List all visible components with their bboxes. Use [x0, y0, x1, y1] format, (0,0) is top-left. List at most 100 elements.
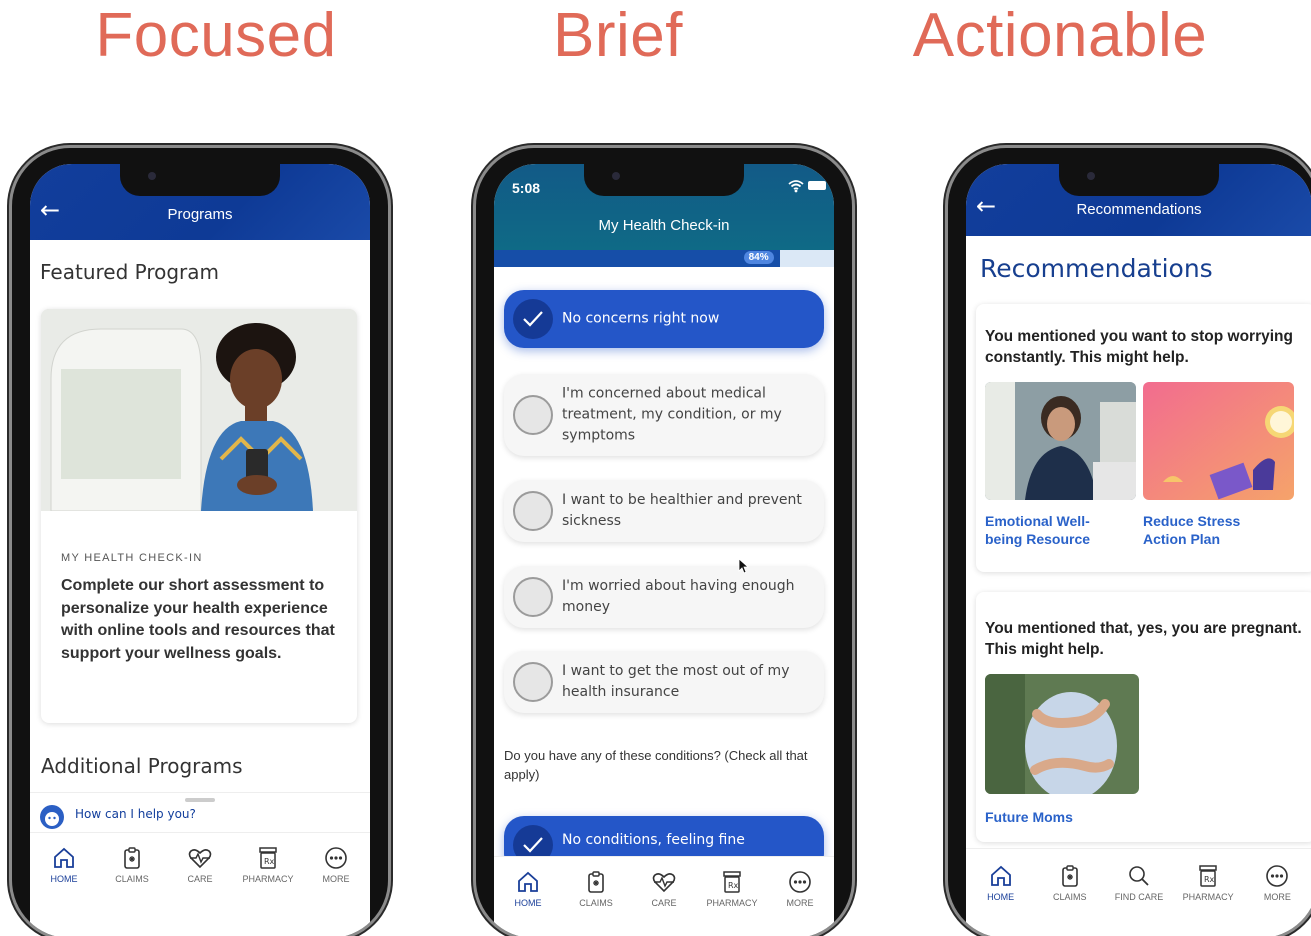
featured-program-card[interactable]: MY HEALTH CHECK-IN Complete our short as… [41, 309, 357, 723]
progress-bar: 84% [494, 250, 834, 267]
svg-text:Rx: Rx [1204, 875, 1215, 884]
app-bar-title: Programs [167, 206, 233, 223]
wellbeing-thumbnail[interactable] [985, 382, 1136, 500]
tab-bar: HOME CLAIMS FIND CARE Rx PHARMACY MORE [966, 848, 1311, 936]
tab-care[interactable]: CARE [634, 869, 694, 936]
status-time: 5:08 [512, 180, 541, 196]
radio-circle[interactable] [513, 395, 553, 435]
clipboard-icon [566, 869, 626, 895]
tab-label: MORE [786, 898, 814, 908]
reduce-stress-thumbnail[interactable] [1143, 382, 1294, 500]
home-icon [498, 869, 558, 895]
heading-brief: Brief [553, 1, 683, 70]
tab-label: HOME [987, 892, 1015, 902]
tab-find-care[interactable]: FIND CARE [1109, 863, 1169, 936]
notch [120, 164, 280, 196]
screen: ← Recommendations Recommendations You me… [966, 164, 1311, 936]
future-moms-link[interactable]: Future Moms [985, 808, 1073, 826]
tab-home[interactable]: HOME [971, 863, 1031, 936]
card-heading: You mentioned you want to stop worrying … [985, 328, 1293, 366]
tab-bar: HOME CLAIMS CARE Rx PHARMACY MORE [494, 856, 834, 936]
tab-label: MORE [322, 874, 350, 884]
option-label: No concerns right now [562, 310, 720, 327]
tab-care[interactable]: CARE [170, 845, 230, 936]
heartbeat-icon [634, 869, 694, 895]
emotional-wellbeing-link[interactable]: Emotional Well-being Resource [985, 512, 1125, 548]
mouse-cursor-icon [738, 558, 750, 578]
option-medical-concern[interactable]: I'm concerned about medical treatment, m… [504, 374, 824, 456]
tab-label: CARE [187, 874, 213, 884]
svg-text:Rx: Rx [264, 857, 275, 866]
more-icon [1247, 863, 1307, 889]
more-icon [770, 869, 830, 895]
pharmacy-icon: Rx [238, 845, 298, 871]
screen: ← Programs Featured Program MY HEALTH CH… [30, 164, 370, 936]
tab-more[interactable]: MORE [770, 869, 830, 936]
tab-claims[interactable]: CLAIMS [566, 869, 626, 936]
card-body: Complete our short assessment to persona… [61, 577, 335, 662]
option-no-concerns[interactable]: No concerns right now [504, 290, 824, 348]
wifi-icon [788, 178, 804, 197]
tab-more[interactable]: MORE [306, 845, 366, 936]
phone-health-checkin: 5:08 My Health Check-in 84% No concerns … [476, 148, 852, 936]
tab-label: CLAIMS [115, 874, 149, 884]
tab-label: CARE [651, 898, 677, 908]
card-heading: You mentioned that, yes, you are pregnan… [985, 620, 1302, 658]
heading-actionable: Actionable [912, 1, 1208, 70]
option-label: I want to get the most out of my health … [562, 663, 790, 700]
tab-bar: HOME CLAIMS CARE Rx PHARMACY MORE [30, 832, 370, 936]
tab-claims[interactable]: CLAIMS [1040, 863, 1100, 936]
progress-label: 84% [743, 251, 774, 264]
reduce-stress-link[interactable]: Reduce Stress Action Plan [1143, 512, 1283, 548]
conditions-question: Do you have any of these conditions? (Ch… [504, 748, 808, 782]
search-icon [1109, 863, 1169, 889]
tab-label: CLAIMS [1053, 892, 1087, 902]
additional-programs-title: Additional Programs [41, 754, 243, 778]
tab-pharmacy[interactable]: Rx PHARMACY [702, 869, 762, 936]
tab-label: PHARMACY [1182, 892, 1234, 902]
option-healthier[interactable]: I want to be healthier and prevent sickn… [504, 480, 824, 542]
assistant-bar[interactable]: How can I help you? [30, 792, 370, 830]
radio-circle[interactable] [513, 577, 553, 617]
option-label: I'm worried about having enough money [562, 578, 795, 615]
option-label: No conditions, feeling fine [562, 832, 745, 848]
phone-recommendations: ← Recommendations Recommendations You me… [948, 148, 1311, 936]
tab-home[interactable]: HOME [498, 869, 558, 936]
program-photo [41, 309, 357, 512]
assistant-prompt[interactable]: How can I help you? [75, 807, 196, 821]
check-icon [513, 299, 553, 339]
featured-program-title: Featured Program [40, 260, 220, 284]
clipboard-icon [102, 845, 162, 871]
home-icon [34, 845, 94, 871]
option-label: I'm concerned about medical treatment, m… [562, 385, 782, 444]
home-icon [971, 863, 1031, 889]
tab-home[interactable]: HOME [34, 845, 94, 936]
radio-circle[interactable] [513, 491, 553, 531]
assistant-avatar-icon [40, 805, 64, 829]
app-bar-title: My Health Check-in [598, 217, 730, 234]
tab-label: MORE [1263, 892, 1291, 902]
notch [1059, 164, 1219, 196]
card-eyebrow: MY HEALTH CHECK-IN [61, 552, 203, 564]
drag-handle[interactable] [185, 798, 215, 802]
future-moms-thumbnail[interactable] [985, 674, 1139, 794]
heartbeat-icon [170, 845, 230, 871]
tab-pharmacy[interactable]: Rx PHARMACY [1178, 863, 1238, 936]
tab-label: HOME [514, 898, 542, 908]
progress-fill [494, 250, 780, 267]
more-icon [306, 845, 366, 871]
pharmacy-icon: Rx [702, 869, 762, 895]
tab-claims[interactable]: CLAIMS [102, 845, 162, 936]
tab-more[interactable]: MORE [1247, 863, 1307, 936]
recommendation-card-2: You mentioned that, yes, you are pregnan… [976, 592, 1311, 842]
page-title: Recommendations [980, 254, 1213, 283]
tab-pharmacy[interactable]: Rx PHARMACY [238, 845, 298, 936]
clipboard-icon [1040, 863, 1100, 889]
tab-label: HOME [50, 874, 78, 884]
radio-circle[interactable] [513, 662, 553, 702]
tab-label: PHARMACY [242, 874, 294, 884]
option-insurance[interactable]: I want to get the most out of my health … [504, 651, 824, 713]
option-money[interactable]: I'm worried about having enough money [504, 566, 824, 628]
tab-label: PHARMACY [706, 898, 758, 908]
battery-icon [808, 181, 826, 190]
